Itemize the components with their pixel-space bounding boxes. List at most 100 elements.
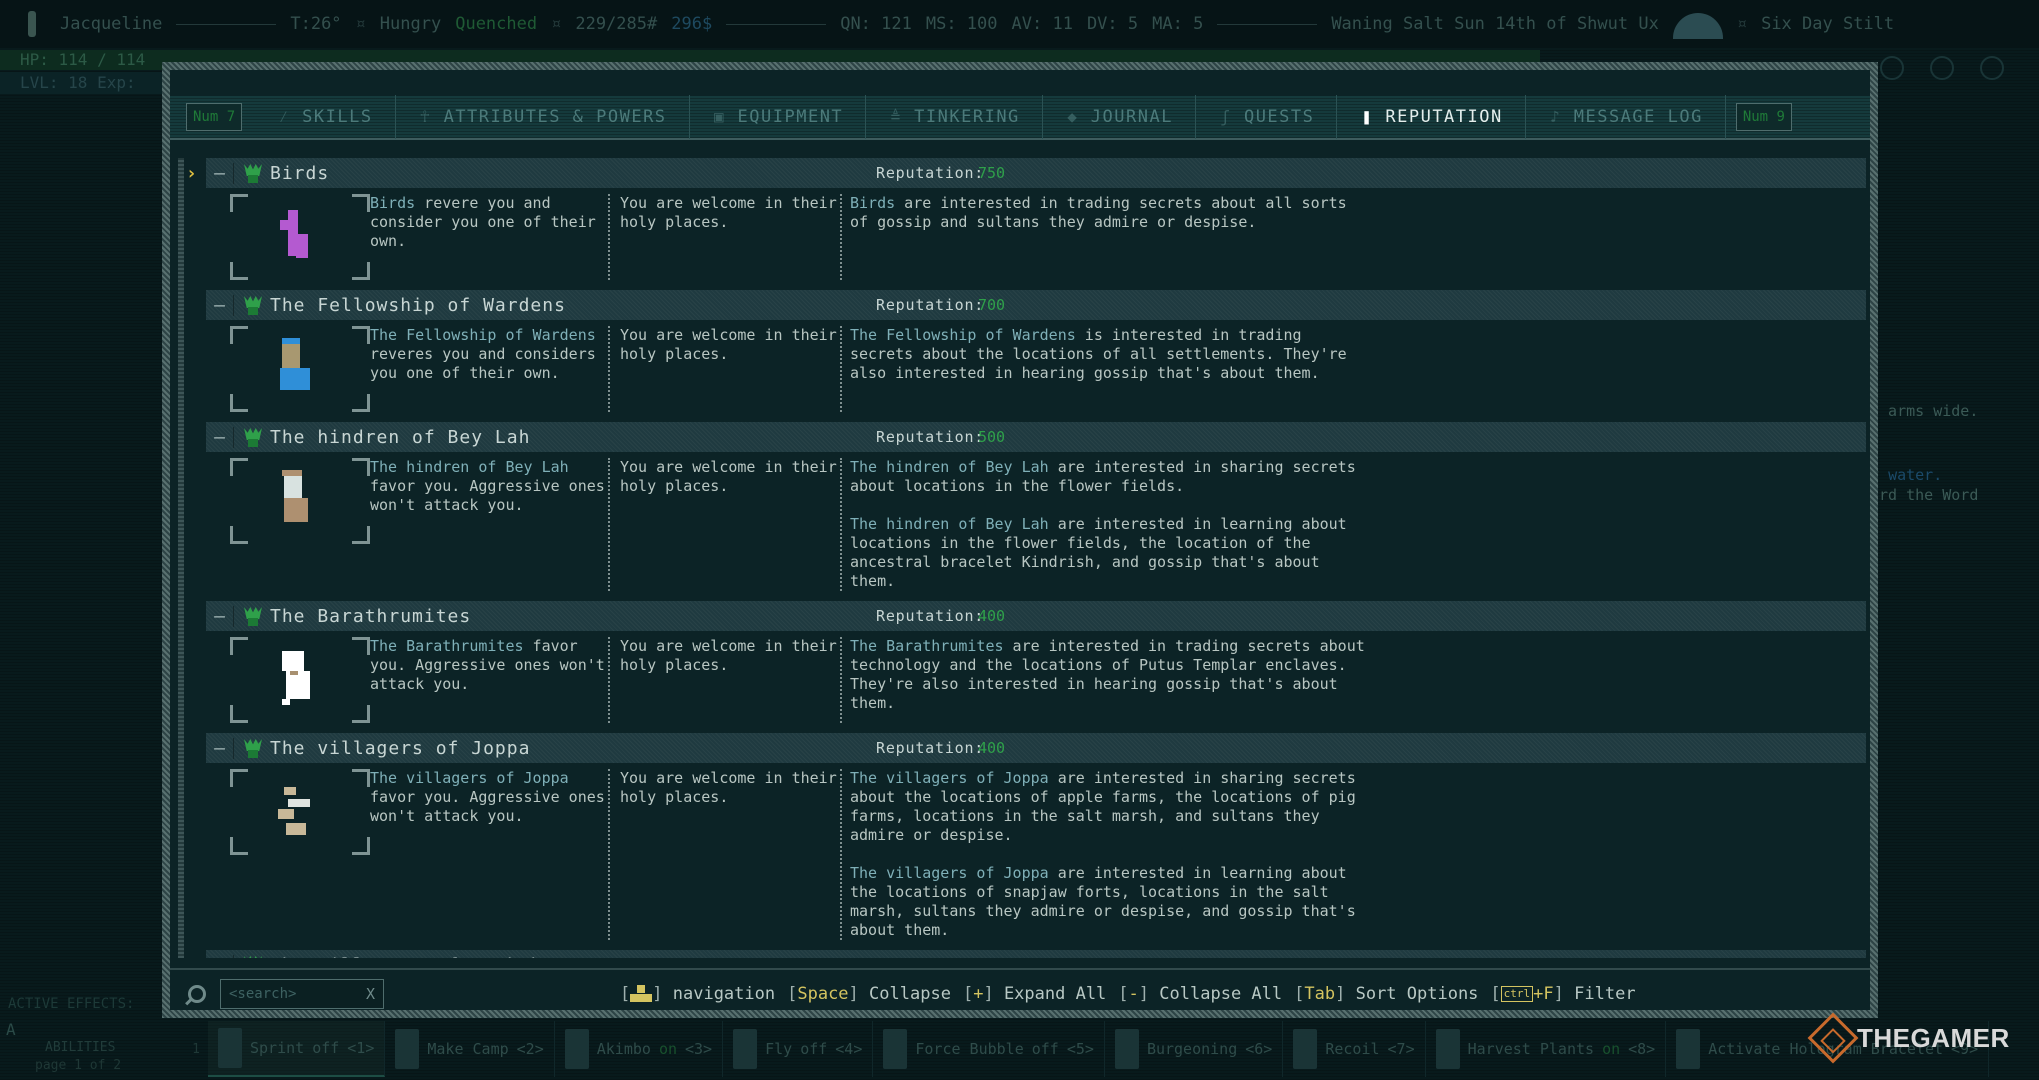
ability-sprint[interactable]: Sprint off <1> [208, 1021, 386, 1077]
tab-quests[interactable]: ʃ QUESTS [1196, 95, 1338, 139]
prev-tab-hotkey[interactable]: Num 7 [186, 103, 243, 131]
collapse-toggle[interactable]: – [206, 294, 234, 316]
reputation-value: 400 [978, 739, 1006, 757]
collapse-toggle[interactable]: – [206, 426, 234, 448]
collapse-toggle[interactable]: – [206, 737, 234, 759]
compass-icon[interactable] [1880, 56, 1904, 80]
hint-collapse-all[interactable]: [-] Collapse All [1118, 984, 1282, 1004]
scrollbar[interactable] [178, 158, 184, 958]
sprint-icon [218, 1028, 242, 1068]
tab-message-log[interactable]: ♪ MESSAGE LOG [1526, 95, 1726, 139]
reputation-value: 400 [978, 607, 1006, 625]
stat-ms: MS: 100 [925, 14, 998, 34]
tab-equipment[interactable]: ▣ EQUIPMENT [690, 95, 867, 139]
reputation-icon: ❚ [1361, 107, 1373, 126]
carry-weight: 229/285# [575, 14, 658, 34]
faction-attitude: The hindren of Bey Lah favor you. Aggres… [370, 458, 605, 514]
tab-reputation[interactable]: ❚ REPUTATION [1337, 95, 1526, 139]
faction-header[interactable]: – The villagers of Kyakukya Reputation: … [206, 950, 1866, 958]
hint-sort-options[interactable]: [Tab] Sort Options [1294, 984, 1478, 1004]
faction-entry: – The Barathrumites Reputation: 400 The … [206, 601, 1866, 733]
abilities-title: ABILITIES [45, 1040, 116, 1055]
divider [176, 23, 277, 25]
collapse-toggle[interactable]: – [206, 954, 234, 958]
hint-filter[interactable]: [ctrl +F] Filter [1490, 984, 1635, 1004]
faction-header[interactable]: › – Birds Reputation: 750 [186, 158, 1866, 188]
faction-emblem-icon [242, 427, 264, 447]
attributes-icon: ☥ [420, 107, 432, 126]
faction-portrait [230, 326, 370, 412]
hint-navigation[interactable]: [] navigation [620, 984, 775, 1004]
search-icon [188, 985, 206, 1003]
faction-header[interactable]: – The hindren of Bey Lah Reputation: 500 [206, 422, 1866, 452]
gamepad-dpad-icon [630, 985, 653, 1003]
faction-entry: – The Fellowship of Wardens Reputation: … [206, 290, 1866, 422]
hunger-status: Hungry [379, 14, 442, 34]
skills-icon: ⁄ [278, 107, 290, 126]
holy-places-status: You are welcome in their holy places. [608, 194, 840, 280]
faction-details: The Barathrumites favor you. Aggressive … [206, 631, 1866, 723]
ability-page-number[interactable]: 1 [190, 1042, 202, 1057]
faction-name: The Barathrumites [270, 605, 472, 627]
collapse-toggle[interactable]: – [206, 162, 234, 184]
modal-footer: X [] navigation [Space] Collapse [+] Exp… [170, 968, 1870, 1018]
faction-header[interactable]: – The villagers of Joppa Reputation: 400 [206, 733, 1866, 763]
harvest-icon [1435, 1029, 1460, 1069]
wings-icon [733, 1029, 758, 1069]
quests-icon: ʃ [1220, 107, 1232, 126]
stairs-up-icon[interactable] [1980, 56, 2004, 80]
faction-entry: – The hindren of Bey Lah Reputation: 500… [206, 422, 1866, 601]
keyboard-hints: [] navigation [Space] Collapse [+] Expan… [620, 984, 1636, 1004]
divider [726, 23, 827, 25]
ability-make-camp[interactable]: Make Camp <2> [385, 1021, 555, 1077]
faction-header[interactable]: – The Fellowship of Wardens Reputation: … [206, 290, 1866, 320]
faction-details: The villagers of Joppa favor you. Aggres… [206, 763, 1866, 940]
faction-emblem-icon [242, 295, 264, 315]
game-date: Waning Salt Sun 14th of Shwut Ux [1331, 14, 1659, 34]
faction-attitude: The Fellowship of Wardens reveres you an… [370, 326, 596, 382]
ability-harvest-plants[interactable]: Harvest Plants on <8> [1426, 1021, 1667, 1077]
player-name: Jacqueline [60, 14, 163, 34]
tab-journal[interactable]: ◆ JOURNAL [1043, 95, 1196, 139]
faction-header[interactable]: – The Barathrumites Reputation: 400 [206, 601, 1866, 631]
location-name: Six Day Stilt [1761, 14, 1895, 34]
faction-name: The villagers of Joppa [270, 737, 531, 759]
ability-fly[interactable]: Fly off <4> [723, 1021, 874, 1077]
ability-burgeoning[interactable]: Burgeoning <6> [1105, 1021, 1284, 1077]
faction-emblem-icon [242, 163, 264, 183]
search-input[interactable] [229, 986, 349, 1002]
faction-entry: – The villagers of Joppa Reputation: 400… [206, 733, 1866, 950]
joppa-village-sprite-icon [276, 779, 310, 841]
hint-expand-all[interactable]: [+] Expand All [963, 984, 1106, 1004]
stat-ma: MA: 5 [1152, 14, 1204, 34]
tab-skills[interactable]: ⁄ SKILLS [254, 95, 396, 139]
hint-collapse[interactable]: [Space] Collapse [787, 984, 951, 1004]
stairs-down-icon[interactable] [1930, 56, 1954, 80]
search-field[interactable]: X [220, 979, 384, 1009]
reputation-label: Reputation: [876, 956, 984, 958]
reputation-value: 350 [978, 956, 1005, 958]
warden-sprite-icon [276, 336, 310, 398]
faction-emblem-icon [242, 955, 264, 958]
collapse-toggle[interactable]: – [206, 605, 234, 627]
message-log-line: y water. [1870, 466, 1943, 484]
moon-phase-icon [1672, 13, 1723, 39]
campfire-icon [395, 1029, 420, 1069]
abilities-panel: A ABILITIES page 1 of 2 [0, 1018, 190, 1080]
tab-attributes-powers[interactable]: ☥ ATTRIBUTES & POWERS [396, 95, 690, 139]
message-log-line: s arms wide. [1870, 402, 1979, 420]
status-bar: Jacqueline T:26° ¤ Hungry Quenched ¤ 229… [0, 0, 2039, 48]
recoil-icon [1293, 1029, 1318, 1069]
ability-bar: A ABILITIES page 1 of 2 1 Sprint off <1> M… [0, 1018, 2039, 1080]
faction-attitude: The Barathrumites favor you. Aggressive … [370, 637, 605, 693]
ability-force-bubble[interactable]: Force Bubble off <5> [873, 1021, 1105, 1077]
hotbar-label: A [6, 1020, 16, 1039]
next-tab-hotkey[interactable]: Num 9 [1735, 103, 1792, 131]
abilities-page: page 1 of 2 [35, 1058, 122, 1073]
tab-tinkering[interactable]: ≜ TINKERING [866, 95, 1043, 139]
stat-dv: DV: 5 [1086, 14, 1139, 34]
clear-search-button[interactable]: X [366, 985, 375, 1003]
ability-recoil[interactable]: Recoil <7> [1283, 1021, 1426, 1077]
faction-emblem-icon [242, 738, 264, 758]
ability-akimbo[interactable]: Akimbo on <3> [555, 1021, 724, 1077]
